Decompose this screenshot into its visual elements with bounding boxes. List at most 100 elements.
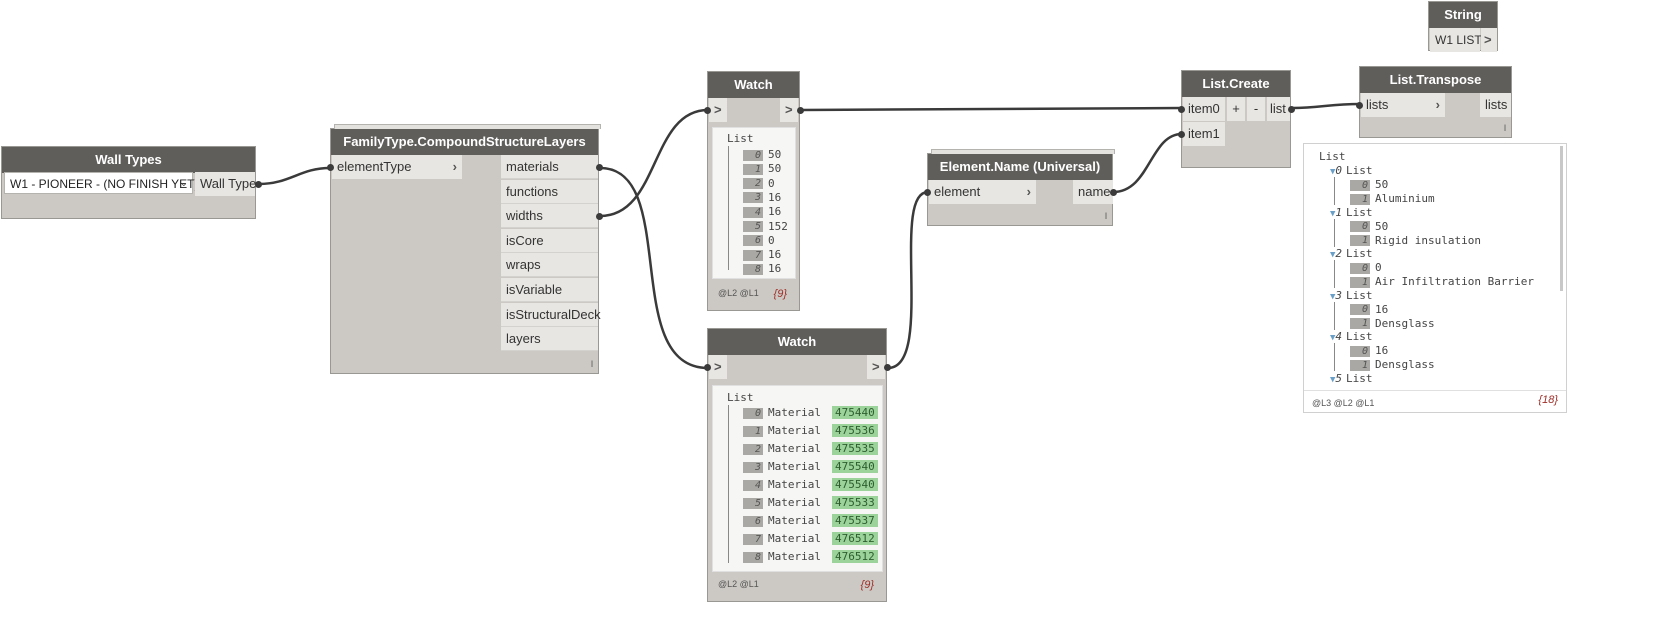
output-port-name[interactable]: name [1073,180,1113,204]
output-port-wraps[interactable]: wraps [501,253,598,278]
element-id-link[interactable]: 475535 [832,442,878,455]
output-port[interactable]: > [1481,28,1497,52]
output-pin[interactable] [1110,189,1117,196]
resize-handle[interactable]: l [1504,123,1506,133]
sublist-header[interactable]: ▼5 List [1330,372,1373,385]
sublist-header[interactable]: ▼1 List [1330,206,1373,219]
output-port-layers[interactable]: layers [501,327,598,352]
sublist-header[interactable]: ▼2 List [1330,247,1373,260]
element-id-link[interactable]: 475533 [832,496,878,509]
list-create-node[interactable]: List.Create item0 + - list item1 [1178,70,1295,168]
output-pin-widths[interactable] [596,213,603,220]
input-pin-item0[interactable] [1178,106,1185,113]
output-port-isvariable[interactable]: isVariable [501,278,598,302]
output-port[interactable]: > [867,355,885,379]
output-pin[interactable] [797,107,804,114]
item-value: 0 [1375,261,1382,275]
output-pin[interactable] [1288,106,1295,113]
item-type: Material [768,514,821,527]
resize-handle[interactable]: l [591,359,593,369]
output-port-isstructuraldeck[interactable]: isStructuralDeck [501,302,601,327]
scrollbar[interactable] [1560,146,1563,291]
output-pin[interactable] [884,364,891,371]
output-pin-materials[interactable] [596,164,603,171]
item-index: 1 [1350,193,1370,205]
input-port[interactable]: > [709,355,727,379]
sublist-index: 5 [1335,372,1343,385]
item-value: 16 [1375,302,1389,316]
input-pin[interactable] [704,364,711,371]
watch-output-panel[interactable]: List 0 Material 475440 1 Material 475536 2 Mate… [712,385,883,572]
string-node[interactable]: String W1 LIST > [1428,1,1498,52]
list-transpose-node[interactable]: List.Transpose lists › lists l [1356,66,1512,138]
output-port-functions[interactable]: functions [501,179,598,204]
input-pin[interactable] [327,164,334,171]
resize-handle[interactable]: l [1105,211,1107,221]
list-item: 6 Material 475537 [743,514,878,527]
output-port-materials[interactable]: materials [501,155,598,179]
element-id-link[interactable]: 475540 [832,478,878,491]
list-item: 60 [743,234,775,247]
family-type-compound-structure-layers-node[interactable]: FamilyType.CompoundStructureLayers eleme… [327,124,603,374]
transpose-preview-panel[interactable]: List ▼0 List 0 50 1 Aluminium ▼1 List 0 50 1 Rigid … [1303,143,1567,413]
element-id-link[interactable]: 475540 [832,460,878,473]
input-port-element[interactable]: element › [929,180,1036,204]
item-value: 16 [768,205,782,219]
input-port[interactable]: > [709,98,727,122]
element-id-link[interactable]: 475536 [832,424,878,437]
item-index: 1 [1350,276,1370,288]
input-pin-item1[interactable] [1178,131,1185,138]
element-name-universal-node[interactable]: Element.Name (Universal) element › name … [924,149,1117,226]
item-type: Material [768,460,821,473]
list-item: 0 50 [1350,220,1388,233]
list-item: 3 Material 475540 [743,460,878,473]
remove-input-button[interactable]: - [1247,97,1265,121]
item-index: 0 [1350,221,1370,233]
item-index: 6 [743,235,763,247]
element-id-link[interactable]: 476512 [832,532,878,545]
output-port-lists[interactable]: lists [1480,93,1511,117]
input-port-item0[interactable]: item0 [1183,97,1225,121]
output-port[interactable]: > [780,98,798,122]
wire-walltype-to-elementtype [258,166,331,186]
item-value: 152 [768,219,788,233]
sublist-header[interactable]: ▼0 List [1330,164,1373,177]
wall-type-dropdown[interactable]: W1 - PIONEER - (NO FINISH YET) ⌄ [4,172,198,194]
input-pin[interactable] [924,189,931,196]
preview-list-area[interactable]: List ▼0 List 0 50 1 Aluminium ▼1 List 0 50 1 Rigid … [1304,144,1566,388]
output-port-widths[interactable]: widths [501,204,598,229]
input-pin[interactable] [704,107,711,114]
input-port-lists[interactable]: lists › [1361,93,1445,117]
string-value-field[interactable]: W1 LIST [1430,28,1482,52]
input-port-element-type[interactable]: elementType › [332,155,462,179]
list-item: 4 Material 475540 [743,478,878,491]
item-index: 1 [1350,359,1370,371]
sublist-header[interactable]: ▼4 List [1330,330,1373,343]
output-port-iscore[interactable]: isCore [501,228,598,253]
chevron-right-icon: › [1026,184,1031,199]
element-id-link[interactable]: 476512 [832,550,878,563]
wall-types-node[interactable]: Wall Types W1 - PIONEER - (NO FINISH YET… [1,146,262,219]
output-port-wall-type[interactable]: Wall Type [195,172,256,196]
sublist-header[interactable]: ▼3 List [1330,289,1373,302]
dropdown-value: W1 - PIONEER - (NO FINISH YET) [10,177,199,191]
item-index: 1 [743,163,763,175]
item-type: Material [768,424,821,437]
element-id-link[interactable]: 475537 [832,514,878,527]
node-title: List.Transpose [1360,67,1511,93]
watch-node-widths[interactable]: Watch > > List 0 50 1 50 2 0 3 16 4 16 5 152 6 0 7 16 8 1… [704,71,804,311]
input-pin[interactable] [1356,102,1363,109]
element-id-link[interactable]: 475440 [832,406,878,419]
item-index: 1 [1350,235,1370,247]
output-pin[interactable] [255,181,262,188]
node-title: Element.Name (Universal) [928,154,1112,180]
watch-node-materials[interactable]: Watch > > List 0 Material 475440 1 Material 4… [704,328,891,602]
root-list-label: List [1319,150,1346,163]
wire-watch1-to-item0 [800,106,1183,112]
watch-output-panel[interactable]: List 0 50 1 50 2 0 3 16 4 16 5 152 6 0 7 16 8 16 [712,127,796,279]
output-port-list[interactable]: list [1267,97,1290,121]
item-value: 16 [768,190,782,204]
add-input-button[interactable]: + [1227,97,1245,121]
sublist-index: 4 [1335,330,1343,344]
input-port-item1[interactable]: item1 [1183,122,1225,146]
